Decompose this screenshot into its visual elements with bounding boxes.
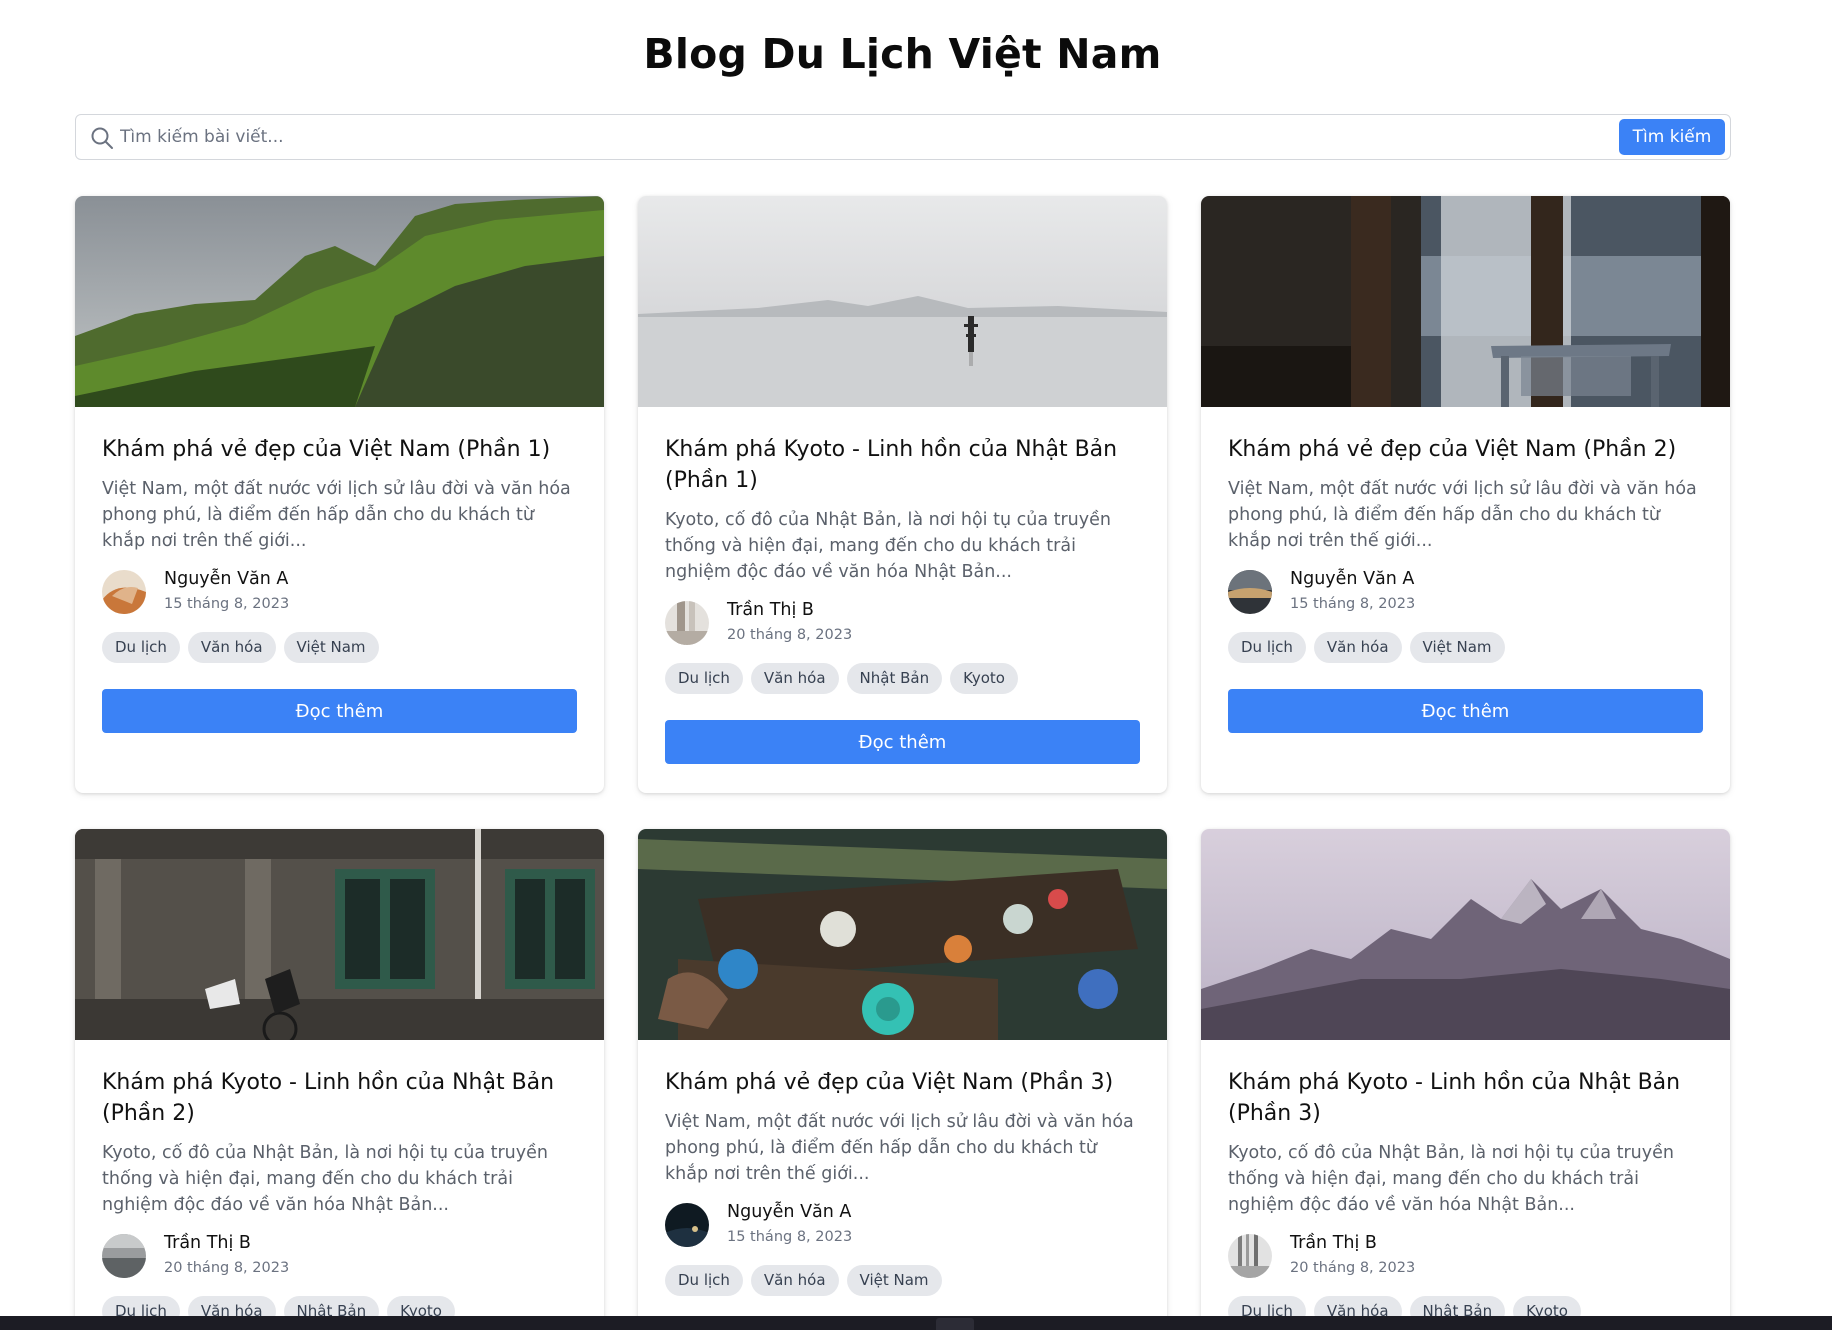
post-title[interactable]: Khám phá vẻ đẹp của Việt Nam (Phần 2) <box>1228 434 1703 465</box>
author-info: Trần Thị B 20 tháng 8, 2023 <box>1228 1233 1703 1280</box>
post-image[interactable] <box>1201 196 1730 407</box>
post-date: 15 tháng 8, 2023 <box>164 596 290 612</box>
post-card: Khám phá Kyoto - Linh hồn của Nhật Bản (… <box>638 196 1167 793</box>
post-date: 20 tháng 8, 2023 <box>727 627 853 643</box>
post-date: 15 tháng 8, 2023 <box>727 1229 853 1245</box>
post-excerpt: Việt Nam, một đất nước với lịch sử lâu đ… <box>102 479 571 551</box>
author-info: Trần Thị B 20 tháng 8, 2023 <box>102 1233 577 1280</box>
post-excerpt: Kyoto, cố đô của Nhật Bản, là nơi hội tụ… <box>102 1143 548 1215</box>
read-more-button[interactable]: Đọc thêm <box>665 720 1140 764</box>
post-card: Khám phá vẻ đẹp của Việt Nam (Phần 3) Vi… <box>638 829 1167 1330</box>
author-info: Nguyễn Văn A 15 tháng 8, 2023 <box>665 1202 1140 1249</box>
tag[interactable]: Văn hóa <box>750 663 839 694</box>
tag[interactable]: Du lịch <box>665 663 743 694</box>
tag[interactable]: Du lịch <box>1228 632 1306 663</box>
tag[interactable]: Văn hóa <box>1313 632 1402 663</box>
post-card: Khám phá Kyoto - Linh hồn của Nhật Bản (… <box>75 829 604 1330</box>
post-date: 15 tháng 8, 2023 <box>1290 596 1416 612</box>
author-name: Trần Thị B <box>727 600 814 620</box>
tag[interactable]: Kyoto <box>950 663 1018 694</box>
post-image[interactable] <box>638 829 1167 1040</box>
author-name: Trần Thị B <box>164 1233 251 1253</box>
post-excerpt: Kyoto, cố đô của Nhật Bản, là nơi hội tụ… <box>665 510 1111 582</box>
author-name: Trần Thị B <box>1290 1233 1377 1253</box>
avatar <box>102 570 146 614</box>
tag-list: Du lịch Văn hóa Nhật Bản Kyoto <box>665 663 1140 695</box>
post-image[interactable] <box>75 196 604 407</box>
search-button[interactable]: Tìm kiếm <box>1619 119 1725 155</box>
avatar <box>665 1203 709 1247</box>
post-title[interactable]: Khám phá Kyoto - Linh hồn của Nhật Bản (… <box>1228 1067 1703 1129</box>
tag[interactable]: Nhật Bản <box>846 663 943 694</box>
read-more-button[interactable]: Đọc thêm <box>1228 689 1703 733</box>
author-name: Nguyễn Văn A <box>1290 569 1415 589</box>
post-excerpt: Việt Nam, một đất nước với lịch sử lâu đ… <box>1228 479 1697 551</box>
author-info: Trần Thị B 20 tháng 8, 2023 <box>665 600 1140 647</box>
taskbar-button[interactable] <box>936 1318 974 1330</box>
post-title[interactable]: Khám phá Kyoto - Linh hồn của Nhật Bản (… <box>102 1067 577 1129</box>
search-input[interactable] <box>120 121 1680 153</box>
author-info: Nguyễn Văn A 15 tháng 8, 2023 <box>1228 569 1703 616</box>
search-bar: Tìm kiếm <box>75 114 1731 160</box>
tag[interactable]: Việt Nam <box>283 632 379 663</box>
post-image[interactable] <box>638 196 1167 407</box>
post-card: Khám phá vẻ đẹp của Việt Nam (Phần 1) Vi… <box>75 196 604 793</box>
search-icon <box>90 126 114 150</box>
avatar <box>1228 1234 1272 1278</box>
tag-list: Du lịch Văn hóa Việt Nam <box>665 1265 1140 1297</box>
tag[interactable]: Du lịch <box>665 1265 743 1296</box>
post-title[interactable]: Khám phá vẻ đẹp của Việt Nam (Phần 3) <box>665 1067 1140 1098</box>
tag-list: Du lịch Văn hóa Việt Nam <box>102 632 577 664</box>
tag[interactable]: Việt Nam <box>1409 632 1505 663</box>
post-image[interactable] <box>1201 829 1730 1040</box>
author-name: Nguyễn Văn A <box>727 1202 852 1222</box>
author-name: Nguyễn Văn A <box>164 569 289 589</box>
avatar <box>102 1234 146 1278</box>
avatar <box>665 601 709 645</box>
tag[interactable]: Du lịch <box>102 632 180 663</box>
avatar <box>1228 570 1272 614</box>
post-date: 20 tháng 8, 2023 <box>1290 1260 1416 1276</box>
taskbar <box>0 1316 1832 1330</box>
post-date: 20 tháng 8, 2023 <box>164 1260 290 1276</box>
post-title[interactable]: Khám phá vẻ đẹp của Việt Nam (Phần 1) <box>102 434 577 465</box>
page-title: Blog Du Lịch Việt Nam <box>643 30 1162 78</box>
post-excerpt: Việt Nam, một đất nước với lịch sử lâu đ… <box>665 1112 1134 1184</box>
tag-list: Du lịch Văn hóa Việt Nam <box>1228 632 1703 664</box>
post-card: Khám phá Kyoto - Linh hồn của Nhật Bản (… <box>1201 829 1730 1330</box>
tag[interactable]: Văn hóa <box>750 1265 839 1296</box>
tag[interactable]: Văn hóa <box>187 632 276 663</box>
read-more-button[interactable]: Đọc thêm <box>102 689 577 733</box>
post-excerpt: Kyoto, cố đô của Nhật Bản, là nơi hội tụ… <box>1228 1143 1674 1215</box>
author-info: Nguyễn Văn A 15 tháng 8, 2023 <box>102 569 577 616</box>
post-card: Khám phá vẻ đẹp của Việt Nam (Phần 2) Vi… <box>1201 196 1730 793</box>
post-image[interactable] <box>75 829 604 1040</box>
post-title[interactable]: Khám phá Kyoto - Linh hồn của Nhật Bản (… <box>665 434 1140 496</box>
tag[interactable]: Việt Nam <box>846 1265 942 1296</box>
